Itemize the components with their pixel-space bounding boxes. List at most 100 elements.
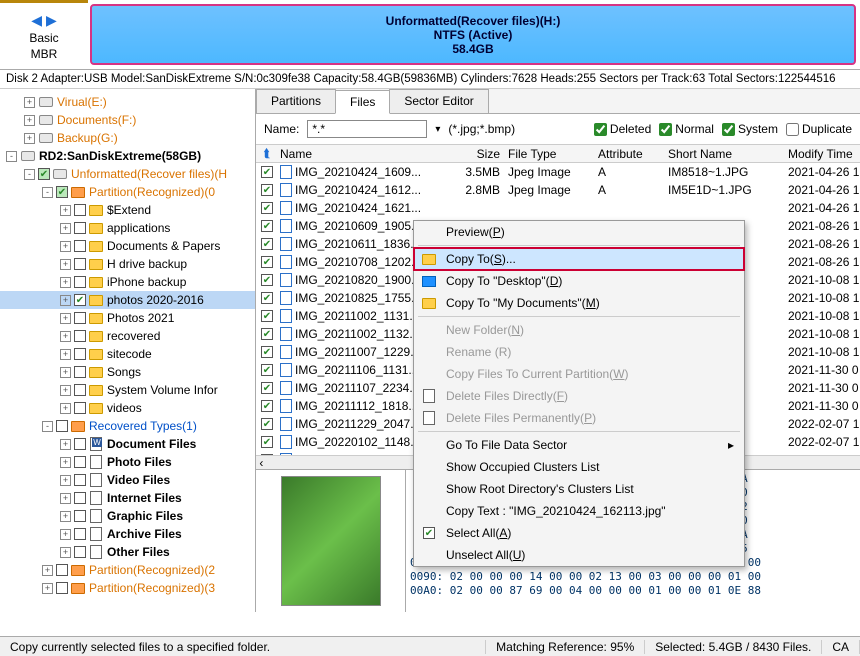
tree-item[interactable]: -Recovered Types(1) (0, 417, 255, 435)
checkbox-icon[interactable]: ✔ (261, 382, 273, 394)
col-attr[interactable]: Attribute (598, 147, 668, 161)
expand-icon[interactable]: + (42, 583, 53, 594)
tree-panel[interactable]: +Virual(E:)+Documents(F:)+Backup(G:)-RD2… (0, 89, 256, 612)
checkbox-icon[interactable] (56, 582, 68, 594)
checkbox-icon[interactable] (74, 222, 86, 234)
checkbox-icon[interactable] (56, 420, 68, 432)
checkbox-icon[interactable] (74, 402, 86, 414)
checkbox-icon[interactable] (74, 438, 86, 450)
expand-icon[interactable]: - (24, 169, 35, 180)
partition-bar[interactable]: Unformatted(Recover files)(H:) NTFS (Act… (90, 4, 856, 65)
checkbox-icon[interactable] (74, 456, 86, 468)
expand-icon[interactable]: + (60, 349, 71, 360)
menu-item[interactable]: Copy To(S)... (414, 248, 744, 270)
checkbox-icon[interactable] (74, 276, 86, 288)
menu-item[interactable]: Unselect All(U) (414, 544, 744, 566)
checkbox-icon[interactable]: ✔ (261, 292, 273, 304)
checkbox-icon[interactable] (74, 546, 86, 558)
menu-item[interactable]: Copy To "Desktop"(D) (414, 270, 744, 292)
expand-icon[interactable]: + (60, 205, 71, 216)
tree-item[interactable]: +Video Files (0, 471, 255, 489)
tree-item[interactable]: +sitecode (0, 345, 255, 363)
menu-item[interactable]: Preview(P) (414, 221, 744, 243)
expand-icon[interactable]: + (60, 385, 71, 396)
tab-sector-editor[interactable]: Sector Editor (389, 89, 488, 113)
checkbox-icon[interactable] (74, 258, 86, 270)
checkbox-icon[interactable]: ✔ (261, 274, 273, 286)
tab-files[interactable]: Files (335, 90, 390, 114)
expand-icon[interactable]: + (60, 259, 71, 270)
checkbox-icon[interactable]: ✔ (261, 364, 273, 376)
tab-partitions[interactable]: Partitions (256, 89, 336, 113)
tree-item[interactable]: +videos (0, 399, 255, 417)
tree-item[interactable]: +Photos 2021 (0, 309, 255, 327)
file-row[interactable]: ✔IMG_20210424_1621...2021-04-26 1 (256, 199, 860, 217)
nav-arrows[interactable]: ◀ ▶ (31, 12, 56, 29)
checkbox-icon[interactable]: ✔ (261, 418, 273, 430)
col-mt[interactable]: Modify Time (788, 147, 860, 161)
col-size[interactable]: Size (448, 147, 508, 161)
checkbox-icon[interactable]: ✔ (261, 166, 273, 178)
expand-icon[interactable]: + (24, 97, 35, 108)
expand-icon[interactable]: + (60, 439, 71, 450)
filter-duplicate[interactable]: Duplicate (786, 122, 852, 136)
tree-item[interactable]: +Partition(Recognized)(3 (0, 579, 255, 597)
tree-item[interactable]: +recovered (0, 327, 255, 345)
col-name[interactable]: Name (278, 147, 448, 161)
expand-icon[interactable]: + (60, 331, 71, 342)
file-row[interactable]: ✔IMG_20210424_1612...2.8MBJpeg ImageAIM5… (256, 181, 860, 199)
tree-item[interactable]: -✔Unformatted(Recover files)(H (0, 165, 255, 183)
tree-item[interactable]: +System Volume Infor (0, 381, 255, 399)
menu-item[interactable]: ✔Select All(A) (414, 522, 744, 544)
expand-icon[interactable]: + (24, 133, 35, 144)
expand-icon[interactable]: + (60, 295, 71, 306)
checkbox-icon[interactable] (74, 348, 86, 360)
expand-icon[interactable]: - (42, 187, 53, 198)
checkbox-icon[interactable] (74, 474, 86, 486)
tree-item[interactable]: +Backup(G:) (0, 129, 255, 147)
dropdown-icon[interactable]: ▾ (435, 124, 440, 135)
checkbox-icon[interactable]: ✔ (261, 202, 273, 214)
tree-item[interactable]: +Songs (0, 363, 255, 381)
tree-item[interactable]: +✔photos 2020-2016 (0, 291, 255, 309)
menu-item[interactable]: Copy To "My Documents"(M) (414, 292, 744, 314)
checkbox-icon[interactable]: ✔ (261, 436, 273, 448)
expand-icon[interactable]: + (60, 277, 71, 288)
tree-item[interactable]: +Document Files (0, 435, 255, 453)
tree-item[interactable]: +Graphic Files (0, 507, 255, 525)
menu-item[interactable]: Show Occupied Clusters List (414, 456, 744, 478)
tree-item[interactable]: +iPhone backup (0, 273, 255, 291)
col-sn[interactable]: Short Name (668, 147, 788, 161)
menu-item[interactable]: Copy Text : "IMG_20210424_162113.jpg" (414, 500, 744, 522)
tree-item[interactable]: +Photo Files (0, 453, 255, 471)
menu-item[interactable]: Show Root Directory's Clusters List (414, 478, 744, 500)
tree-item[interactable]: +$Extend (0, 201, 255, 219)
expand-icon[interactable]: + (60, 493, 71, 504)
file-row[interactable]: ✔IMG_20210424_1609...3.5MBJpeg ImageAIM8… (256, 163, 860, 181)
tree-item[interactable]: +Partition(Recognized)(2 (0, 561, 255, 579)
checkbox-icon[interactable]: ✔ (74, 294, 86, 306)
checkbox-icon[interactable]: ✔ (261, 328, 273, 340)
tree-item[interactable]: +applications (0, 219, 255, 237)
filter-pattern-input[interactable] (307, 120, 427, 138)
checkbox-icon[interactable]: ✔ (261, 346, 273, 358)
expand-icon[interactable]: + (60, 223, 71, 234)
expand-icon[interactable]: + (60, 457, 71, 468)
tree-item[interactable]: +Archive Files (0, 525, 255, 543)
checkbox-icon[interactable]: ✔ (261, 400, 273, 412)
expand-icon[interactable]: + (42, 565, 53, 576)
expand-icon[interactable]: + (60, 403, 71, 414)
up-icon[interactable]: ⮬ (263, 146, 270, 161)
checkbox-icon[interactable]: ✔ (261, 220, 273, 232)
filter-normal[interactable]: Normal (659, 122, 714, 136)
expand-icon[interactable]: + (24, 115, 35, 126)
checkbox-icon[interactable]: ✔ (261, 238, 273, 250)
checkbox-icon[interactable]: ✔ (261, 184, 273, 196)
checkbox-icon[interactable] (74, 492, 86, 504)
checkbox-icon[interactable] (74, 312, 86, 324)
menu-item[interactable]: Go To File Data Sector▸ (414, 434, 744, 456)
tree-item[interactable]: +Documents(F:) (0, 111, 255, 129)
tree-item[interactable]: +Virual(E:) (0, 93, 255, 111)
checkbox-icon[interactable] (74, 366, 86, 378)
tree-item[interactable]: -RD2:SanDiskExtreme(58GB) (0, 147, 255, 165)
